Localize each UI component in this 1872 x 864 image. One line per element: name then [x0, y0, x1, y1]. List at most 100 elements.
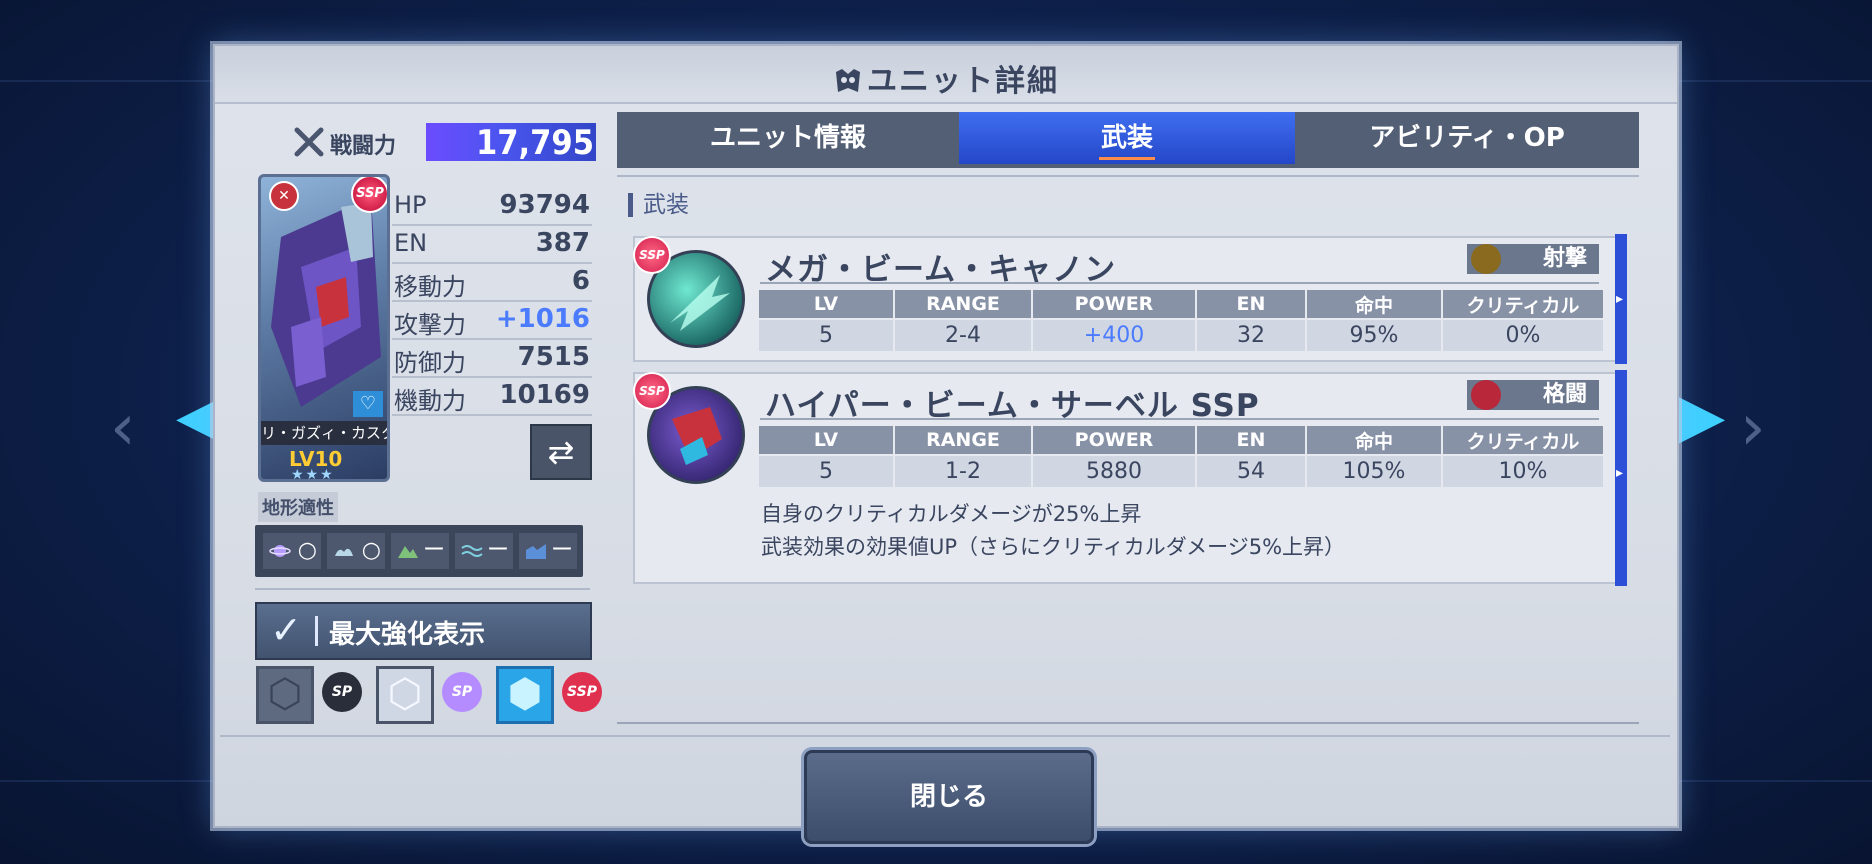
cell: 5880: [1032, 454, 1197, 487]
stat-defense: 防御力 7515: [392, 340, 592, 378]
divider: [760, 282, 1599, 284]
col-header: クリティカル: [1442, 290, 1605, 319]
combat-power-bar: 17,795: [426, 123, 596, 163]
underwater-icon: [526, 544, 546, 559]
right-arrow-dim-icon: ›: [1740, 391, 1766, 465]
ground-icon: [398, 546, 418, 558]
weapon-expand-tab[interactable]: [1615, 370, 1627, 586]
section-title: 武装: [628, 193, 689, 217]
divider: [220, 735, 1670, 737]
stat-label: 機動力: [394, 387, 466, 415]
air-icon: [335, 548, 353, 556]
terrain-rating: ー: [550, 538, 573, 563]
stat-value: 10169: [499, 380, 590, 410]
divider: [617, 722, 1639, 724]
terrain-underwater: ー: [519, 533, 577, 569]
cell: 2-4: [894, 318, 1033, 351]
col-header: 命中: [1306, 290, 1443, 319]
space-icon: [269, 545, 291, 557]
terrain-sea: ー: [455, 533, 513, 569]
weapon-stats-table: LV RANGE POWER EN 命中 クリティカル 5 1-2 5880 5…: [759, 426, 1605, 487]
stat-en: EN 387: [392, 226, 592, 264]
combat-power-value: 17,795: [475, 123, 594, 163]
terrain-ground: ー: [391, 533, 449, 569]
panel-header: ユニット詳細: [215, 46, 1677, 104]
weapon-effect-line: 自身のクリティカルダメージが25%上昇: [761, 502, 1142, 526]
terrain-rating: ー: [422, 538, 445, 563]
terrain-space: ○: [263, 533, 321, 569]
hexagon-icon: ⬡: [267, 671, 303, 717]
next-unit-arrow-icon[interactable]: ▶: [1676, 384, 1725, 448]
weapon-type-label: 格闘: [1542, 382, 1587, 407]
card-rarity-badge: SSP: [351, 177, 387, 213]
mobile-suit-portrait: [271, 197, 381, 407]
weapon-expand-tab[interactable]: [1615, 234, 1627, 364]
page-title: ユニット詳細: [215, 56, 1677, 100]
cell: 54: [1196, 454, 1307, 487]
cell: 5: [759, 318, 895, 351]
rank-tag-sp-light: SP: [442, 672, 482, 712]
shuffle-button[interactable]: ⇄: [530, 424, 592, 480]
shuffle-icon: ⇄: [547, 433, 575, 471]
stat-value: 6: [571, 266, 590, 296]
cell: 10%: [1442, 454, 1605, 487]
cell: 32: [1196, 318, 1307, 351]
tab-unit-info[interactable]: ユニット情報: [617, 112, 959, 164]
cell: 95%: [1306, 318, 1443, 351]
rank-ssp-button[interactable]: ⬢: [496, 666, 554, 724]
tab-weapons[interactable]: 武装: [959, 112, 1295, 164]
col-header: EN: [1196, 426, 1307, 455]
cell: +400: [1032, 318, 1197, 351]
col-header: LV: [759, 426, 895, 455]
max-upgrade-label: 最大強化表示: [329, 620, 486, 650]
weapon-rarity-badge: SSP: [633, 372, 671, 410]
weapon-effect-line: 武装効果の効果値UP（さらにクリティカルダメージ5%上昇）: [761, 535, 1346, 559]
unit-card[interactable]: SSP ✕ ♡ リ・ガズィ・カスタム LV10 ★★★: [258, 174, 390, 482]
stat-value: +1016: [495, 304, 590, 334]
terrain-air: ○: [327, 533, 385, 569]
weapon-rarity-badge: SSP: [633, 236, 671, 274]
close-button[interactable]: 閉じる: [804, 750, 1094, 844]
terrain-panel: ○ ○ ー ー ー: [255, 525, 583, 577]
stat-hp: HP 93794: [392, 188, 592, 226]
rank-tag-ssp: SSP: [562, 672, 602, 712]
left-arrow-dim-icon: ‹: [110, 391, 136, 465]
stat-label: 攻撃力: [394, 311, 466, 339]
rank-sp-dark-button[interactable]: ⬡: [256, 666, 314, 724]
hexagon-filled-icon: ⬢: [507, 671, 543, 717]
unit-name: リ・ガズィ・カスタム: [261, 421, 387, 445]
separator: [315, 616, 318, 646]
rank-sp-light-button[interactable]: ⬡: [376, 666, 434, 724]
stat-attack: 攻撃力 +1016: [392, 302, 592, 340]
unit-stars: ★★★: [291, 467, 335, 482]
attack-type-icon: ✕: [269, 181, 299, 211]
hexagon-icon: ⬡: [387, 671, 423, 717]
stat-label: 移動力: [394, 273, 466, 301]
weapon-type-badge: 格闘: [1467, 380, 1599, 410]
divider: [255, 588, 590, 590]
weapon-card[interactable]: SSP ハイパー・ビーム・サーベル SSP 格闘 LV RANGE POWER …: [633, 370, 1627, 586]
weapon-stats-table: LV RANGE POWER EN 命中 クリティカル 5 2-4 +400 3…: [759, 290, 1605, 351]
stat-mobility: 機動力 10169: [392, 378, 592, 416]
stat-label: HP: [394, 191, 427, 219]
melee-icon: [1471, 380, 1501, 410]
terrain-rating: ー: [486, 538, 509, 563]
stat-movement: 移動力 6: [392, 264, 592, 302]
col-header: RANGE: [894, 426, 1033, 455]
rank-tag-sp-dark: SP: [322, 672, 362, 712]
col-header: EN: [1196, 290, 1307, 319]
cell: 1-2: [894, 454, 1033, 487]
sea-icon: [461, 545, 483, 557]
favorite-heart-icon[interactable]: ♡: [353, 391, 383, 417]
col-header: POWER: [1032, 426, 1197, 455]
max-upgrade-toggle[interactable]: ✓ 最大強化表示: [255, 602, 592, 660]
cell: 105%: [1306, 454, 1443, 487]
tab-abilities[interactable]: アビリティ・OP: [1295, 112, 1639, 164]
terrain-rating: ○: [361, 538, 381, 563]
col-header: クリティカル: [1442, 426, 1605, 455]
terrain-rating: ○: [297, 538, 317, 563]
weapon-card[interactable]: SSP メガ・ビーム・キャノン 射撃 LV RANGE POWER EN 命中 …: [633, 234, 1627, 364]
federation-emblem-icon: [836, 69, 860, 92]
stat-value: 387: [535, 228, 590, 258]
combat-power-label: 戦闘力: [330, 134, 397, 159]
